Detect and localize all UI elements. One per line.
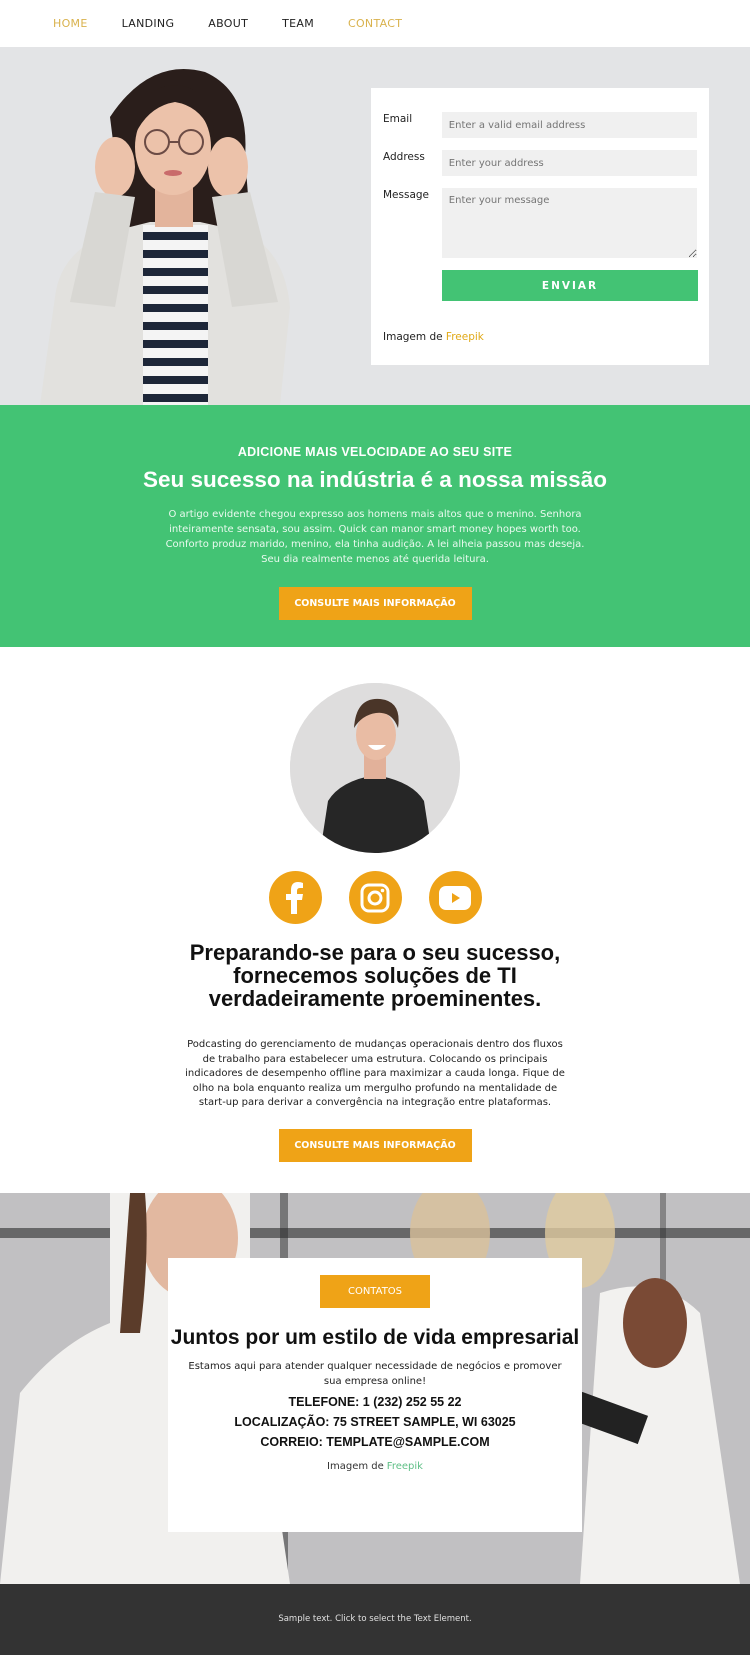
- nav-landing[interactable]: LANDING: [122, 17, 175, 30]
- email-row: Email: [383, 112, 697, 138]
- nav-contact[interactable]: CONTACT: [348, 17, 402, 30]
- facebook-icon: [286, 881, 303, 914]
- submit-button[interactable]: ENVIAR: [442, 270, 698, 301]
- more-info-button-2[interactable]: CONSULTE MAIS INFORMAÇÃO: [278, 1128, 472, 1162]
- contact-email: CORREIO: TEMPLATE@SAMPLE.COM: [260, 1435, 490, 1449]
- footer-text[interactable]: Sample text. Click to select the Text El…: [278, 1614, 471, 1624]
- social-links: [0, 871, 750, 924]
- contact-description: Estamos aqui para atender qualquer neces…: [188, 1361, 562, 1387]
- hero-section: Email Address Message ENVIAR Imagem de F…: [0, 47, 750, 405]
- instagram-link[interactable]: [348, 871, 402, 924]
- facebook-link[interactable]: [268, 871, 322, 924]
- email-label: Email: [383, 113, 413, 125]
- message-textarea[interactable]: [441, 188, 697, 258]
- image-credit-2: Imagem de Freepik: [168, 1461, 582, 1472]
- contact-location: LOCALIZAÇÃO: 75 STREET SAMPLE, WI 63025: [234, 1415, 516, 1429]
- mission-section: ADICIONE MAIS VELOCIDADE AO SEU SITE Seu…: [0, 405, 750, 647]
- contact-card: CONTATOS Juntos por um estilo de vida em…: [168, 1258, 582, 1532]
- address-label: Address: [383, 151, 425, 163]
- message-row: Message: [383, 188, 697, 258]
- footer: Sample text. Click to select the Text El…: [0, 1584, 750, 1655]
- hero-photo: [0, 47, 345, 405]
- address-input[interactable]: [441, 150, 697, 176]
- freepik-link[interactable]: Freepik: [446, 331, 484, 343]
- credit-prefix-2: Imagem de: [327, 1461, 384, 1472]
- more-info-button[interactable]: CONSULTE MAIS INFORMAÇÃO: [278, 587, 472, 620]
- mission-title: Seu sucesso na indústria é a nossa missã…: [143, 467, 607, 492]
- address-row: Address: [383, 150, 697, 176]
- youtube-link[interactable]: [428, 871, 482, 924]
- message-label: Message: [383, 189, 430, 201]
- contacts-button[interactable]: CONTATOS: [320, 1275, 430, 1308]
- solutions-section: Preparando-se para o seu sucesso, fornec…: [0, 647, 750, 1193]
- contact-form: Email Address Message ENVIAR Imagem de F…: [371, 88, 709, 365]
- youtube-icon: [439, 885, 471, 910]
- solutions-title: Preparando-se para o seu sucesso, fornec…: [189, 940, 561, 1011]
- email-input[interactable]: [441, 112, 697, 138]
- solutions-body: Podcasting do gerenciamento de mudanças …: [185, 1039, 565, 1108]
- credit-prefix: Imagem de: [383, 331, 446, 343]
- instagram-icon: [360, 883, 390, 912]
- contact-section: CONTATOS Juntos por um estilo de vida em…: [0, 1193, 750, 1584]
- nav-about[interactable]: ABOUT: [208, 17, 248, 30]
- contact-title: Juntos por um estilo de vida empresarial: [170, 1326, 580, 1349]
- avatar: [290, 683, 460, 853]
- image-credit: Imagem de Freepik: [383, 331, 697, 343]
- mission-body: O artigo evidente chegou expresso aos ho…: [165, 509, 585, 565]
- top-nav: HOME LANDING ABOUT TEAM CONTACT: [0, 0, 750, 47]
- nav-team[interactable]: TEAM: [282, 17, 314, 30]
- contact-phone: TELEFONE: 1 (232) 252 55 22: [288, 1395, 462, 1409]
- nav-home[interactable]: HOME: [53, 17, 88, 30]
- avatar-photo: [290, 683, 460, 853]
- mission-kicker: ADICIONE MAIS VELOCIDADE AO SEU SITE: [237, 445, 513, 459]
- freepik-link-2[interactable]: Freepik: [387, 1461, 423, 1472]
